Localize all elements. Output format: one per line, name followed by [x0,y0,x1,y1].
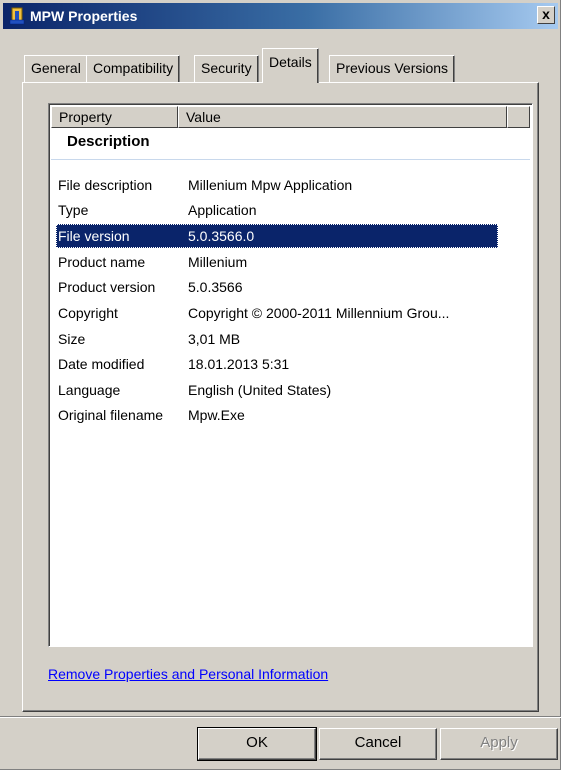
list-item[interactable]: Type Application [56,198,498,222]
property-name: Language [58,382,121,398]
remove-properties-link[interactable]: Remove Properties and Personal Informati… [48,666,328,682]
property-name: File version [58,228,130,244]
application-icon [9,7,25,25]
apply-button[interactable]: Apply [440,728,558,760]
property-value: Application [188,202,257,218]
property-value: Mpw.Exe [188,407,245,423]
property-name: Type [58,202,89,218]
property-name: Original filename [58,407,164,423]
property-value: 5.0.3566 [188,279,243,295]
property-name: Date modified [58,356,145,372]
property-name: Product name [58,254,146,270]
group-divider [51,159,530,160]
list-item[interactable]: Original filename Mpw.Exe [56,403,498,427]
ok-button[interactable]: OK [197,727,317,761]
column-header-property[interactable]: Property [51,106,178,128]
close-icon: x [542,6,550,22]
close-button[interactable]: x [537,6,555,24]
property-value: English (United States) [188,382,332,398]
list-item[interactable]: Size 3,01 MB [56,327,498,351]
list-header: Property Value [51,106,530,128]
list-item[interactable]: Date modified 18.01.2013 5:31 [56,352,498,376]
tab-previous-versions[interactable]: Previous Versions [329,55,456,82]
footer-divider-highlight [0,717,561,718]
group-header-description: Description [67,133,150,150]
tab-security[interactable]: Security [194,55,259,82]
tab-compatibility[interactable]: Compatibility [86,55,181,82]
cancel-button[interactable]: Cancel [319,728,437,760]
list-item[interactable]: Product version 5.0.3566 [56,275,498,299]
window-title: MPW Properties [30,8,138,24]
property-name: File description [58,177,153,193]
property-name: Product version [58,279,156,295]
tab-general[interactable]: General [24,55,88,82]
list-item[interactable]: Language English (United States) [56,378,498,402]
list-item-selected[interactable]: File version 5.0.3566.0 [56,224,498,248]
properties-dialog: MPW Properties x General Compatibility S… [0,0,561,770]
property-name: Size [58,331,86,347]
list-item[interactable]: Product name Millenium [56,250,498,274]
tab-details[interactable]: Details [262,48,319,83]
property-value: Millenium Mpw Application [188,177,353,193]
property-value: 18.01.2013 5:31 [188,356,290,372]
list-item[interactable]: Copyright Copyright © 2000-2011 Millenni… [56,301,498,325]
list-item[interactable]: File description Millenium Mpw Applicati… [56,173,498,197]
property-value: 3,01 MB [188,331,241,347]
title-bar[interactable]: MPW Properties x [3,3,558,29]
column-header-value[interactable]: Value [178,106,507,128]
property-value: Millenium [188,254,248,270]
details-list[interactable]: Property Value Description File descript… [48,103,533,647]
property-value: 5.0.3566.0 [188,228,255,244]
property-name: Copyright [58,305,118,321]
property-value: Copyright © 2000-2011 Millennium Grou... [188,305,450,321]
column-header-empty [507,106,530,128]
